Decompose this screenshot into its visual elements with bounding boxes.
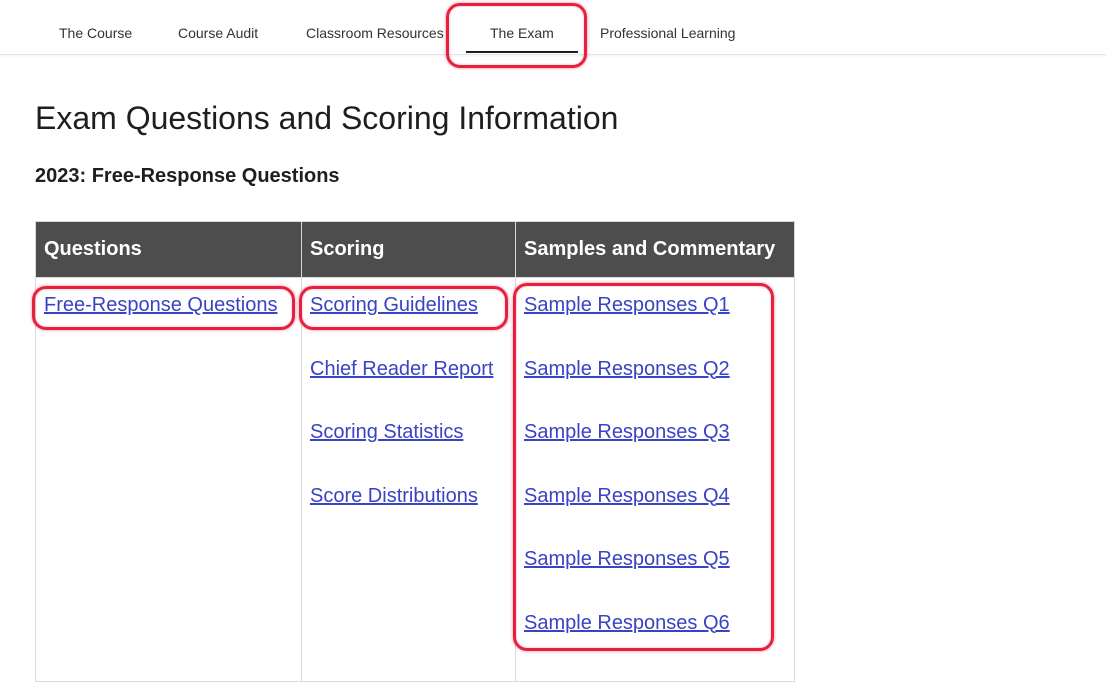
sample-responses-q6-link[interactable]: Sample Responses Q6 bbox=[524, 608, 786, 638]
chief-reader-report-link[interactable]: Chief Reader Report bbox=[310, 354, 507, 384]
tab-course-audit[interactable]: Course Audit bbox=[178, 0, 258, 54]
column-header-questions: Questions bbox=[35, 221, 302, 278]
sample-responses-q1-link[interactable]: Sample Responses Q1 bbox=[524, 290, 786, 320]
exam-resources-table: Questions Scoring Samples and Commentary… bbox=[35, 221, 795, 682]
sample-responses-q4-link[interactable]: Sample Responses Q4 bbox=[524, 481, 786, 511]
tab-the-course[interactable]: The Course bbox=[59, 0, 132, 54]
sample-responses-q3-link[interactable]: Sample Responses Q3 bbox=[524, 417, 786, 447]
table-row: Free-Response Questions Scoring Guidelin… bbox=[35, 277, 795, 682]
column-header-samples: Samples and Commentary bbox=[515, 221, 795, 278]
tab-professional-learning[interactable]: Professional Learning bbox=[600, 0, 735, 54]
scoring-statistics-link[interactable]: Scoring Statistics bbox=[310, 417, 507, 447]
tab-the-exam[interactable]: The Exam bbox=[466, 0, 578, 54]
sample-responses-q2-link[interactable]: Sample Responses Q2 bbox=[524, 354, 786, 384]
free-response-questions-link[interactable]: Free-Response Questions bbox=[44, 290, 293, 320]
scoring-guidelines-link[interactable]: Scoring Guidelines bbox=[310, 290, 507, 320]
sample-responses-q5-link[interactable]: Sample Responses Q5 bbox=[524, 544, 786, 574]
samples-cell: Sample Responses Q1 Sample Responses Q2 … bbox=[515, 277, 795, 682]
top-navigation: The Course Course Audit Classroom Resour… bbox=[0, 0, 1106, 55]
questions-cell: Free-Response Questions bbox=[35, 277, 302, 682]
section-subtitle: 2023: Free-Response Questions bbox=[35, 165, 340, 187]
scoring-cell: Scoring Guidelines Chief Reader Report S… bbox=[301, 277, 516, 682]
score-distributions-link[interactable]: Score Distributions bbox=[310, 481, 507, 511]
page-title: Exam Questions and Scoring Information bbox=[35, 100, 619, 136]
table-header-row: Questions Scoring Samples and Commentary bbox=[35, 221, 795, 278]
tab-classroom-resources[interactable]: Classroom Resources bbox=[306, 0, 444, 54]
column-header-scoring: Scoring bbox=[301, 221, 516, 278]
